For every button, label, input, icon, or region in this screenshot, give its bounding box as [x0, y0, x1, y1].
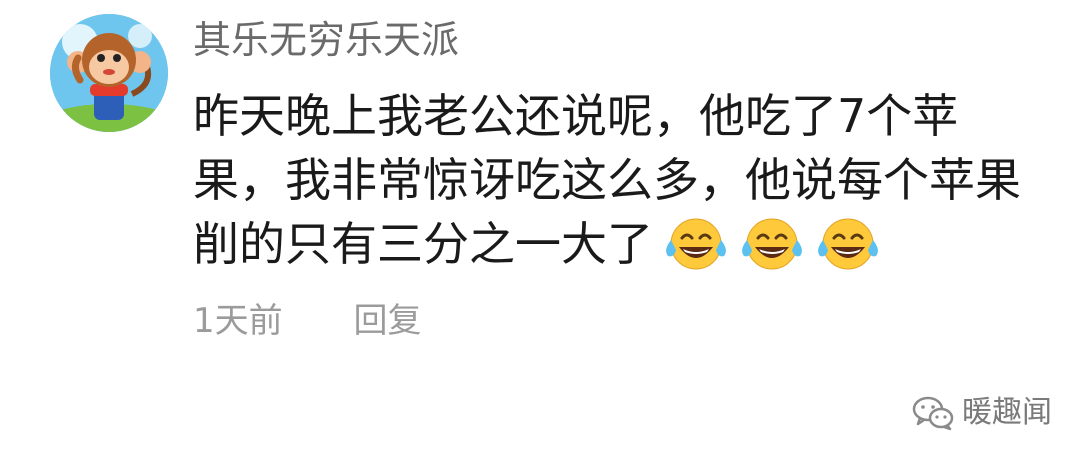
watermark: 暖趣闻: [912, 393, 1052, 433]
comment-time: 1天前: [193, 301, 283, 341]
reply-button[interactable]: 回复: [353, 301, 421, 341]
comment-line-3-text: 削的只有三分之一大了: [193, 217, 653, 271]
comment-line-2: 果，我非常惊讶吃这么多，他说每个苹果: [193, 153, 1021, 207]
comment-text: 昨天晚上我老公还说呢，他吃了7个苹 果，我非常惊讶吃这么多，他说每个苹果 削的只…: [193, 84, 1023, 276]
wechat-icon: [912, 396, 954, 431]
username[interactable]: 其乐无穷乐天派: [193, 14, 459, 66]
tears-of-joy-icon: [739, 216, 805, 272]
tears-of-joy-icon: [663, 216, 729, 272]
comment-card: 其乐无穷乐天派 昨天晚上我老公还说呢，他吃了7个苹 果，我非常惊讶吃这么多，他说…: [0, 0, 1080, 463]
tears-of-joy-icon: [815, 216, 881, 272]
watermark-text: 暖趣闻: [962, 395, 1052, 430]
comment-line-1: 昨天晚上我老公还说呢，他吃了7个苹: [193, 89, 959, 143]
monkey-avatar-icon: [50, 14, 168, 132]
user-avatar[interactable]: [50, 14, 168, 132]
comment-line-3: 削的只有三分之一大了: [193, 212, 1023, 276]
comment-meta: 1天前 回复: [193, 296, 421, 346]
